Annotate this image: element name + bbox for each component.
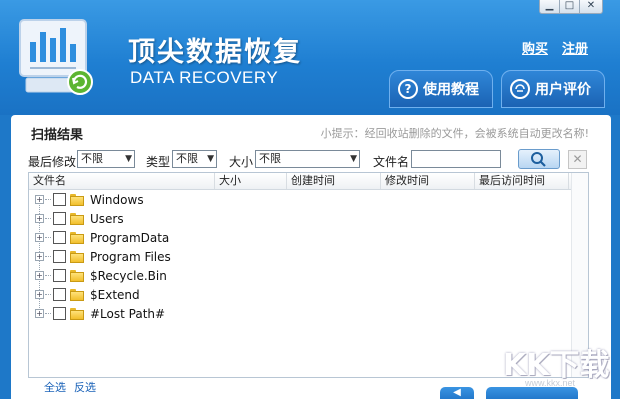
expand-icon[interactable]: + [35, 309, 44, 318]
tutorial-button[interactable]: ? 使用教程 [389, 70, 493, 108]
expand-icon[interactable]: + [35, 252, 44, 261]
table-row[interactable]: + ProgramData [29, 228, 569, 247]
folder-icon [70, 269, 84, 282]
folder-icon [70, 212, 84, 225]
size-label: 大小 [229, 155, 254, 169]
filename-label: 文件名 [373, 155, 410, 169]
last-modified-select[interactable]: 不限 ▼ [77, 150, 135, 168]
expand-icon[interactable]: + [35, 214, 44, 223]
minimize-button[interactable]: ▁ [539, 0, 560, 14]
column-header-size[interactable]: 大小 [215, 173, 287, 189]
maximize-button[interactable]: □ [559, 0, 580, 14]
chevron-down-icon: ▼ [207, 154, 214, 164]
folder-icon [70, 250, 84, 263]
clear-search-button[interactable]: ✕ [568, 150, 587, 169]
row-checkbox[interactable] [53, 250, 66, 263]
row-checkbox[interactable] [53, 288, 66, 301]
row-checkbox[interactable] [53, 193, 66, 206]
close-button[interactable]: ✕ [579, 0, 603, 14]
expand-icon[interactable]: + [35, 233, 44, 242]
last-modified-label: 最后修改 [28, 155, 77, 169]
app-header: 顶尖数据恢复 DATA RECOVERY ▁ □ ✕ 购买 注册 ? 使用教程 … [0, 0, 620, 115]
app-title-cn: 顶尖数据恢复 [128, 37, 302, 68]
review-icon [510, 79, 530, 99]
user-review-button[interactable]: 用户评价 [501, 70, 605, 108]
row-checkbox[interactable] [53, 307, 66, 320]
row-name: Users [90, 211, 124, 226]
folder-icon [70, 307, 84, 320]
invert-selection-link[interactable]: 反选 [74, 379, 96, 395]
table-row[interactable]: + $Recycle.Bin [29, 266, 569, 285]
watermark-subtext: www.kkx.net [525, 378, 576, 388]
watermark: KK下载 www.kkx.net [503, 340, 613, 390]
row-name: $Recycle.Bin [90, 268, 167, 283]
column-header-created[interactable]: 创建时间 [287, 173, 381, 189]
column-header-modified[interactable]: 修改时间 [381, 173, 475, 189]
last-modified-value: 不限 [81, 152, 103, 165]
folder-icon [70, 231, 84, 244]
type-select[interactable]: 不限 ▼ [172, 150, 217, 168]
row-checkbox[interactable] [53, 212, 66, 225]
app-logo-icon [19, 19, 93, 95]
row-name: ProgramData [90, 230, 170, 245]
select-all-link[interactable]: 全选 [44, 379, 66, 395]
row-name: #Lost Path# [90, 306, 166, 321]
table-row[interactable]: + Windows [29, 190, 569, 209]
row-checkbox[interactable] [53, 269, 66, 282]
expand-icon[interactable]: + [35, 271, 44, 280]
column-header-last-accessed[interactable]: 最后访问时间 [475, 173, 569, 189]
arrow-left-icon: ◀ [453, 387, 461, 398]
folder-icon [70, 288, 84, 301]
row-name: Program Files [90, 249, 171, 264]
row-checkbox[interactable] [53, 231, 66, 244]
table-row[interactable]: + Users [29, 209, 569, 228]
section-title: 扫描结果 [31, 128, 84, 143]
chevron-down-icon: ▼ [350, 154, 357, 164]
buy-link[interactable]: 购买 [522, 38, 548, 57]
table-row[interactable]: + #Lost Path# [29, 304, 569, 323]
type-value: 不限 [176, 152, 198, 165]
help-icon: ? [398, 79, 418, 99]
expand-icon[interactable]: + [35, 195, 44, 204]
chevron-down-icon: ▼ [125, 154, 132, 164]
table-row[interactable]: + $Extend [29, 285, 569, 304]
previous-button[interactable]: ◀ [440, 387, 474, 399]
expand-icon[interactable]: + [35, 290, 44, 299]
search-button[interactable] [518, 149, 560, 169]
type-label: 类型 [146, 155, 171, 169]
size-select[interactable]: 不限 ▼ [255, 150, 360, 168]
search-icon [531, 152, 546, 167]
column-header-filename[interactable]: 文件名 [29, 173, 215, 189]
filename-search-input[interactable] [411, 150, 501, 168]
folder-icon [70, 193, 84, 206]
table-row[interactable]: + Program Files [29, 247, 569, 266]
table-header: 文件名 大小 创建时间 修改时间 最后访问时间 [29, 173, 588, 190]
tutorial-label: 使用教程 [423, 82, 479, 98]
tip-text: 小提示：经回收站删除的文件，会被系统自动更改名称! [320, 127, 589, 140]
row-name: Windows [90, 192, 144, 207]
size-value: 不限 [259, 152, 281, 165]
register-link[interactable]: 注册 [562, 38, 588, 57]
app-title-en: DATA RECOVERY [130, 68, 279, 87]
review-label: 用户评价 [535, 82, 591, 98]
row-name: $Extend [90, 287, 140, 302]
